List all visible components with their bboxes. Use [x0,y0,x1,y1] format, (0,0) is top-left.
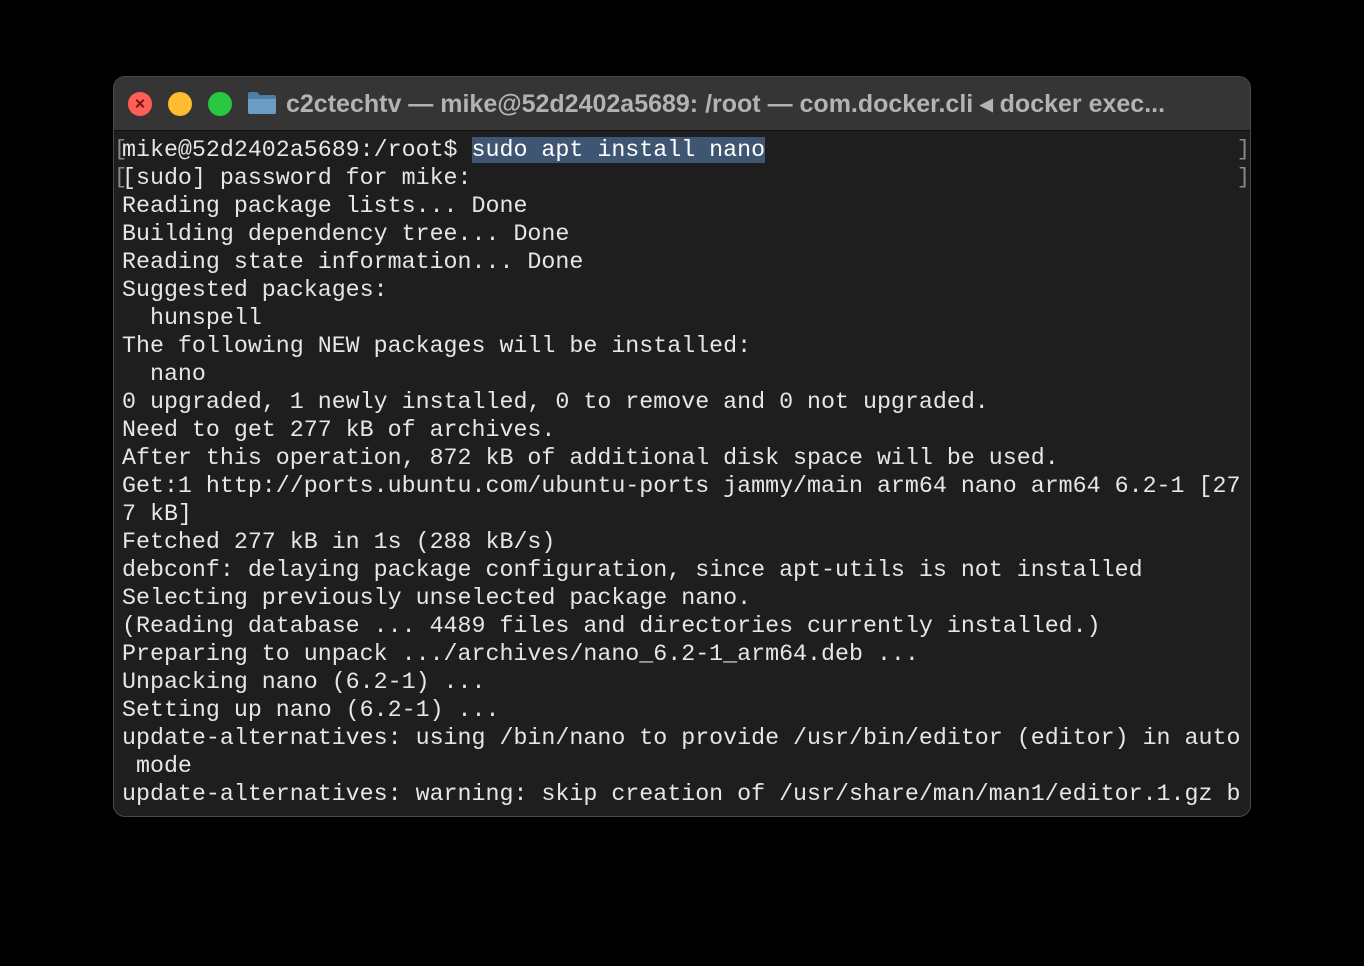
output-line: The following NEW packages will be insta… [122,333,752,359]
close-window-button[interactable] [128,92,152,116]
window-title: c2ctechtv — mike@52d2402a5689: /root — c… [286,90,1166,118]
output-line: 0 upgraded, 1 newly installed, 0 to remo… [122,389,989,415]
mark-bracket-left: [ [114,165,128,190]
output-line: update-alternatives: using /bin/nano to … [122,725,1241,751]
shell-prompt: mike@52d2402a5689:/root$ [122,137,472,163]
output-line: hunspell [122,305,262,331]
output-line: nano [122,361,206,387]
prompt-line: [mike@52d2402a5689:/root$ sudo apt insta… [114,136,1250,164]
output-line: mode [122,753,192,779]
output-line: Selecting previously unselected package … [122,585,752,611]
output-line: Fetched 277 kB in 1s (288 kB/s) [122,529,556,555]
title-bar[interactable]: c2ctechtv — mike@52d2402a5689: /root — c… [114,77,1250,131]
output-line: debconf: delaying package configuration,… [122,557,1143,583]
output-line: Get:1 http://ports.ubuntu.com/ubuntu-por… [122,473,1241,499]
maximize-window-button[interactable] [208,92,232,116]
output-line: 7 kB] [122,501,192,527]
output-line: update-alternatives: warning: skip creat… [122,781,1241,807]
close-icon [135,98,145,108]
minimize-window-button[interactable] [168,92,192,116]
sudo-line: [[sudo] password for mike:] [114,164,1250,192]
output-text: [sudo] password for mike: [122,165,472,191]
output-line: (Reading database ... 4489 files and dir… [122,613,1101,639]
output-line: Suggested packages: [122,277,388,303]
output-line: Reading state information... Done [122,249,584,275]
folder-icon [248,92,276,114]
output-line: Unpacking nano (6.2-1) ... [122,669,486,695]
output-line: After this operation, 872 kB of addition… [122,445,1059,471]
terminal-output[interactable]: [mike@52d2402a5689:/root$ sudo apt insta… [114,136,1250,808]
output-line: Building dependency tree... Done [122,221,570,247]
terminal-window: c2ctechtv — mike@52d2402a5689: /root — c… [113,76,1251,817]
mark-bracket-right: ] [1236,137,1250,162]
mark-bracket-left: [ [114,137,128,162]
output-line: Setting up nano (6.2-1) ... [122,697,500,723]
output-line: Preparing to unpack .../archives/nano_6.… [122,641,919,667]
mark-bracket-right: ] [1236,165,1250,190]
output-line: Reading package lists... Done [122,193,528,219]
output-line: Need to get 277 kB of archives. [122,417,556,443]
selected-command[interactable]: sudo apt install nano [471,137,766,163]
